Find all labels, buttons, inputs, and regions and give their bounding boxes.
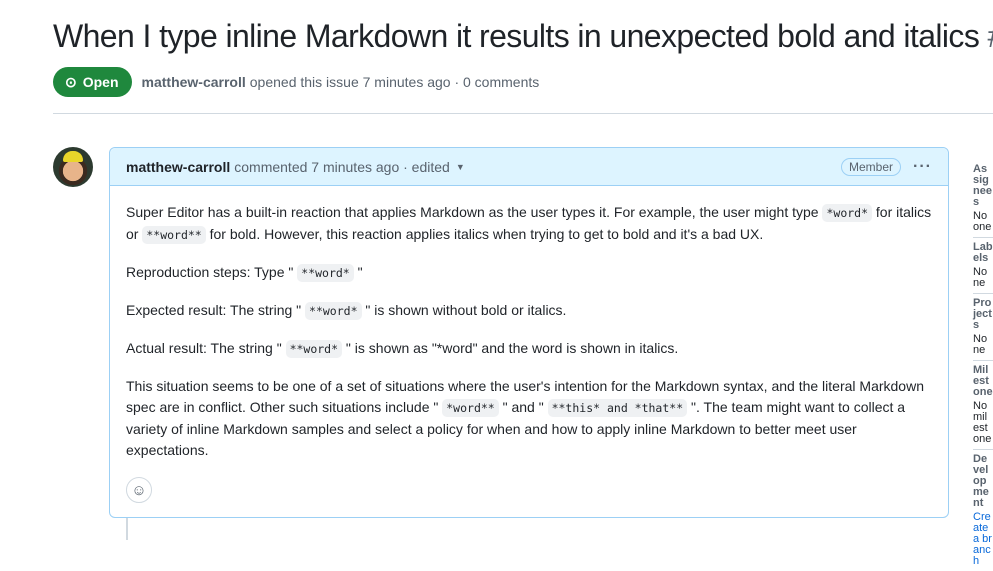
avatar[interactable]: [53, 147, 93, 187]
divider: [53, 113, 993, 114]
timeline-line: [126, 518, 128, 540]
issue-meta-text: opened this issue 7 minutes ago · 0 comm…: [249, 74, 540, 90]
issue-opened-icon: ⊙: [65, 73, 77, 90]
sidebar-development[interactable]: Development Create a branch: [973, 450, 993, 571]
role-badge: Member: [841, 157, 902, 176]
status-badge: ⊙ Open: [53, 67, 132, 97]
chevron-down-icon[interactable]: ▼: [456, 162, 465, 172]
add-reaction-button[interactable]: ☺: [126, 477, 152, 503]
comment-box: matthew-carroll commented 7 minutes ago …: [109, 147, 949, 518]
comment-body: Super Editor has a built-in reaction tha…: [126, 204, 932, 458]
comment-meta[interactable]: commented 7 minutes ago · edited: [234, 159, 450, 175]
issue-meta: ⊙ Open matthew-carroll opened this issue …: [53, 67, 539, 97]
sidebar-milestone[interactable]: Milestone No milestone: [973, 361, 993, 450]
sidebar: Assignees No one Labels None Projects None …: [973, 160, 993, 571]
comment-header: matthew-carroll commented 7 minutes ago …: [110, 148, 948, 186]
sidebar-assignees[interactable]: Assignees No one: [973, 160, 993, 238]
issue-title: When I type inline Markdown it results i…: [53, 18, 993, 54]
smiley-icon: ☺: [131, 481, 147, 499]
comment-author[interactable]: matthew-carroll: [126, 159, 230, 175]
sidebar-projects[interactable]: Projects None: [973, 294, 993, 361]
more-options-icon[interactable]: ···: [913, 158, 932, 176]
author-link[interactable]: matthew-carroll: [142, 74, 246, 90]
sidebar-labels[interactable]: Labels None: [973, 238, 993, 294]
